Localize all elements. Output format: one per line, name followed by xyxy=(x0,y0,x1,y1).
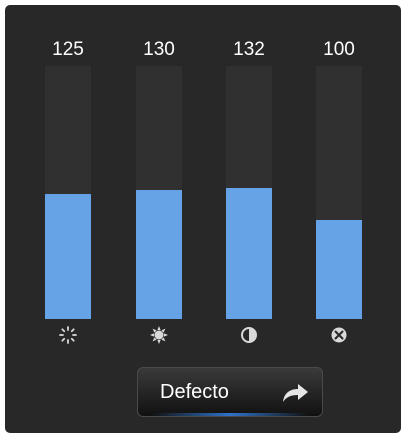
brightness-value: 125 xyxy=(52,39,84,60)
sun-filled-icon xyxy=(150,326,168,344)
saturation-slider-fill xyxy=(316,220,362,319)
saturation-value: 100 xyxy=(323,39,355,60)
default-button-label: Defecto xyxy=(160,381,229,403)
sun-outline-icon xyxy=(59,326,77,344)
button-glow xyxy=(152,413,308,416)
image-adjustment-panel: 125 130 132 100 Defecto xyxy=(5,5,401,433)
circle-x-icon xyxy=(331,327,347,343)
gamma-value: 132 xyxy=(233,39,265,60)
brightness-slider-fill xyxy=(45,194,91,319)
gamma-slider[interactable] xyxy=(226,66,272,319)
half-circle-icon xyxy=(241,327,257,343)
default-button[interactable]: Defecto xyxy=(137,367,323,417)
brightness-slider[interactable] xyxy=(45,66,91,319)
gamma-slider-fill xyxy=(226,187,272,319)
saturation-slider[interactable] xyxy=(316,66,362,319)
contrast-value: 130 xyxy=(143,39,175,60)
contrast-slider-fill xyxy=(136,189,182,319)
contrast-slider[interactable] xyxy=(136,66,182,319)
redo-arrow-icon xyxy=(283,384,308,402)
